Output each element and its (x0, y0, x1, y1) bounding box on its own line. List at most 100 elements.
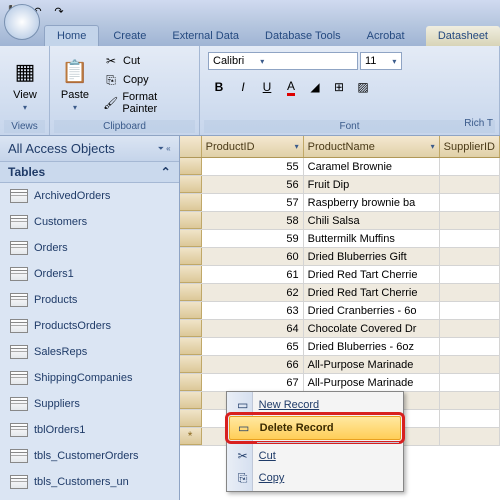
row-selector[interactable] (180, 248, 202, 265)
nav-table-item[interactable]: ProductsOrders (0, 313, 179, 339)
underline-button[interactable]: U (256, 76, 278, 98)
row-selector[interactable] (180, 266, 202, 283)
ctx-new-record[interactable]: ▭New Record (229, 394, 401, 416)
nav-table-item[interactable]: tbls_Customers_Upd (0, 495, 179, 500)
tab-database-tools[interactable]: Database Tools (253, 26, 353, 46)
row-selector[interactable] (180, 284, 202, 301)
table-row[interactable]: 65Dried Bluberries - 6oz (180, 338, 500, 356)
row-selector[interactable] (180, 320, 202, 337)
cell-productname[interactable]: Chili Salsa (304, 212, 440, 229)
cell-supplierid[interactable] (440, 410, 500, 427)
cell-supplierid[interactable] (440, 392, 500, 409)
cell-productname[interactable]: Dried Red Tart Cherrie (304, 284, 440, 301)
tab-acrobat[interactable]: Acrobat (355, 26, 417, 46)
nav-table-item[interactable]: Customers (0, 209, 179, 235)
cell-productname[interactable]: Chocolate Covered Dr (304, 320, 440, 337)
cell-productid[interactable]: 66 (202, 356, 304, 373)
alt-fill-button[interactable]: ▨ (352, 76, 374, 98)
cell-productname[interactable]: All-Purpose Marinade (304, 356, 440, 373)
cell-productname[interactable]: All-Purpose Marinade (304, 374, 440, 391)
cell-productid[interactable]: 55 (202, 158, 304, 175)
nav-table-item[interactable]: ArchivedOrders (0, 183, 179, 209)
table-row[interactable]: 56Fruit Dip (180, 176, 500, 194)
ctx-copy[interactable]: ⎘Copy (229, 467, 401, 489)
tab-home[interactable]: Home (44, 25, 99, 46)
row-selector[interactable] (180, 302, 202, 319)
table-row[interactable]: 62Dried Red Tart Cherrie (180, 284, 500, 302)
ctx-cut[interactable]: ✂Cut (229, 445, 401, 467)
table-row[interactable]: 55Caramel Brownie (180, 158, 500, 176)
cell-productname[interactable]: Caramel Brownie (304, 158, 440, 175)
cell-supplierid[interactable] (440, 320, 500, 337)
office-button[interactable] (4, 4, 40, 40)
table-row[interactable]: 64Chocolate Covered Dr (180, 320, 500, 338)
cell-productid[interactable]: 62 (202, 284, 304, 301)
nav-table-item[interactable]: tbls_Customers_un (0, 469, 179, 495)
row-selector[interactable] (180, 356, 202, 373)
table-row[interactable]: 60Dried Bluberries Gift (180, 248, 500, 266)
table-row[interactable]: 63Dried Cranberries - 6o (180, 302, 500, 320)
paste-button[interactable]: 📋 Paste ▾ (54, 55, 96, 114)
cell-productid[interactable]: 56 (202, 176, 304, 193)
row-selector[interactable] (180, 158, 202, 175)
cell-productid[interactable]: 64 (202, 320, 304, 337)
italic-button[interactable]: I (232, 76, 254, 98)
font-size-selector[interactable]: 11▾ (360, 52, 402, 70)
cell-supplierid[interactable] (440, 356, 500, 373)
cell-supplierid[interactable] (440, 338, 500, 355)
tab-external-data[interactable]: External Data (160, 26, 251, 46)
gridlines-button[interactable]: ⊞ (328, 76, 350, 98)
view-button[interactable]: ▦ View ▾ (4, 55, 46, 114)
cell-productid[interactable]: 59 (202, 230, 304, 247)
nav-table-item[interactable]: Suppliers (0, 391, 179, 417)
font-name-selector[interactable]: Calibri▾ (208, 52, 358, 70)
row-selector[interactable] (180, 194, 202, 211)
cell-supplierid[interactable] (440, 230, 500, 247)
nav-table-item[interactable]: Orders (0, 235, 179, 261)
cell-supplierid[interactable] (440, 212, 500, 229)
cell-productid[interactable]: 61 (202, 266, 304, 283)
row-selector[interactable] (180, 338, 202, 355)
cell-productid[interactable]: 63 (202, 302, 304, 319)
row-selector[interactable] (180, 392, 202, 409)
cell-supplierid[interactable] (440, 374, 500, 391)
table-row[interactable]: 67All-Purpose Marinade (180, 374, 500, 392)
cell-productname[interactable]: Raspberry brownie ba (304, 194, 440, 211)
column-productname[interactable]: ProductName▾ (304, 136, 440, 157)
row-selector[interactable] (180, 410, 202, 427)
select-all-cell[interactable] (180, 136, 202, 157)
format-painter-button[interactable]: 🖌Format Painter (100, 90, 195, 116)
cell-supplierid[interactable] (440, 302, 500, 319)
tab-datasheet[interactable]: Datasheet (426, 26, 500, 46)
nav-table-item[interactable]: SalesReps (0, 339, 179, 365)
table-row[interactable]: 57Raspberry brownie ba (180, 194, 500, 212)
cell-productname[interactable]: Dried Red Tart Cherrie (304, 266, 440, 283)
bold-button[interactable]: B (208, 76, 230, 98)
cell-productname[interactable]: Dried Bluberries - 6oz (304, 338, 440, 355)
cell-supplierid[interactable] (440, 158, 500, 175)
row-selector[interactable] (180, 230, 202, 247)
ctx-delete-record[interactable]: ▭Delete Record (229, 416, 401, 440)
nav-table-item[interactable]: tblOrders1 (0, 417, 179, 443)
table-row[interactable]: 66All-Purpose Marinade (180, 356, 500, 374)
cell-productid[interactable]: 58 (202, 212, 304, 229)
cell-productid[interactable]: 65 (202, 338, 304, 355)
fill-color-button[interactable]: ◢ (304, 76, 326, 98)
table-row[interactable]: 59Buttermilk Muffins (180, 230, 500, 248)
cell-supplierid[interactable] (440, 194, 500, 211)
font-color-button[interactable]: A (280, 76, 302, 98)
cut-button[interactable]: ✂Cut (100, 52, 195, 70)
nav-pane-header[interactable]: All Access Objects ⏷ « (0, 136, 179, 162)
table-row[interactable]: 58Chili Salsa (180, 212, 500, 230)
nav-table-item[interactable]: tbls_CustomerOrders (0, 443, 179, 469)
column-supplierid[interactable]: SupplierID (440, 136, 500, 157)
cell-productid[interactable]: 60 (202, 248, 304, 265)
cell-productname[interactable]: Dried Cranberries - 6o (304, 302, 440, 319)
cell-productname[interactable]: Dried Bluberries Gift (304, 248, 440, 265)
redo-icon[interactable]: ↷ (50, 2, 68, 20)
cell-productname[interactable]: Buttermilk Muffins (304, 230, 440, 247)
cell-supplierid[interactable] (440, 266, 500, 283)
nav-table-item[interactable]: Orders1 (0, 261, 179, 287)
column-productid[interactable]: ProductID▾ (202, 136, 304, 157)
row-selector[interactable] (180, 374, 202, 391)
